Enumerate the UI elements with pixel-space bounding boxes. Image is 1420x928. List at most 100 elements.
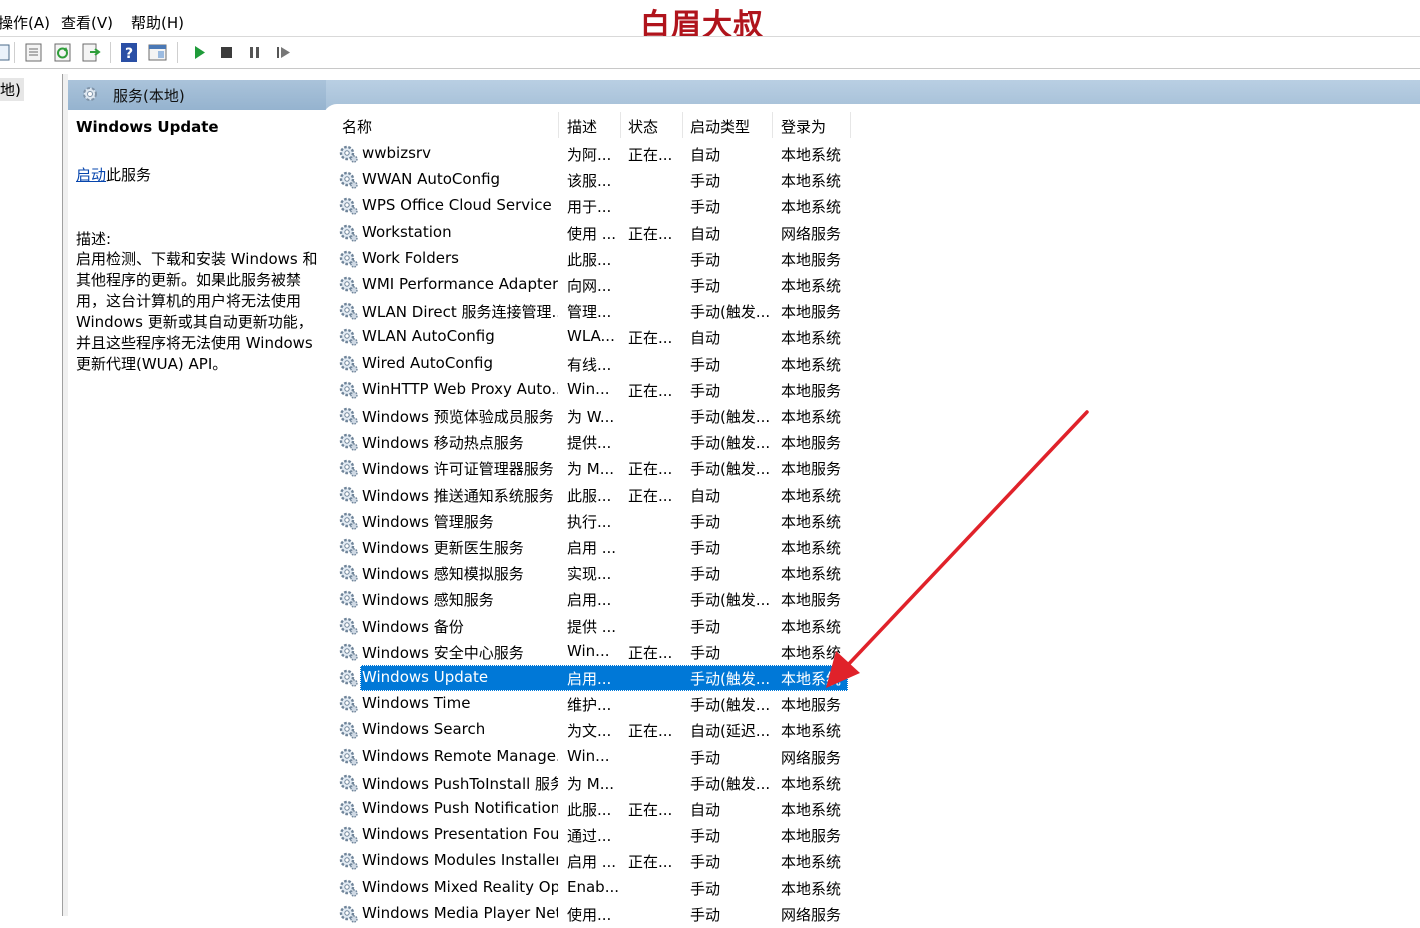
service-row[interactable]: Workstation 使用 ... 正在... 自动 网络服务 [336,220,852,246]
service-row[interactable]: Windows 感知服务 启用... 手动(触发... 本地服务 [336,586,852,612]
column-header-description[interactable]: 描述 [567,116,597,137]
service-row[interactable]: Work Folders 此服... 手动 本地服务 [336,246,852,272]
service-row[interactable]: Windows Media Player Net... 使用... 手动 网络服务 [336,901,852,927]
service-row[interactable]: Windows Search 为文... 正在... 自动(延迟... 本地系统 [336,717,852,743]
column-header-logon-as[interactable]: 登录为 [781,116,826,137]
restart-service-icon[interactable] [274,43,293,62]
service-row[interactable]: Windows 移动热点服务 提供... 手动(触发... 本地服务 [336,429,852,455]
help-icon[interactable]: ? [120,43,139,62]
menu-view[interactable]: 查看(V) [61,12,113,33]
service-row[interactable]: WLAN Direct 服务连接管理... 管理... 手动(触发... 本地服务 [336,298,852,324]
service-row[interactable]: Windows Modules Installer 启用 ... 正在... 手动 本地… [336,848,852,874]
service-row[interactable]: Windows Update 启用... 手动(触发... 本地系统 [336,665,852,691]
service-row[interactable]: Windows 安全中心服务 Win... 正在... 手动 本地系统 [336,639,852,665]
service-row[interactable]: WLAN AutoConfig WLA... 正在... 自动 本地系统 [336,324,852,350]
column-header-status[interactable]: 状态 [628,116,658,137]
service-name: wwbizsrv [362,144,431,162]
service-logon-as: 本地服务 [781,303,842,322]
service-description: 使用... [567,905,612,924]
stop-service-icon[interactable] [217,43,236,62]
service-status: 正在... [628,329,673,348]
column-separator[interactable] [682,112,683,138]
service-row[interactable]: Windows PushToInstall 服务为 M... 手动(触发... 本地… [336,770,852,796]
service-row[interactable]: wwbizsrv 为阿... 正在... 自动 本地系统 [336,141,852,167]
show-hide-icon[interactable] [148,43,167,62]
service-startup-type: 手动 [690,250,721,269]
menu-action[interactable]: 操作(A) [0,12,50,33]
column-separator[interactable] [850,112,851,138]
service-name: Windows 感知模拟服务 [362,565,524,584]
service-row[interactable]: Windows 预览体验成员服务为 W... 手动(触发... 本地系统 [336,403,852,429]
service-logon-as: 本地系统 [781,643,842,662]
service-gear-icon [339,773,359,793]
service-name: Windows 预览体验成员服务 [362,408,554,426]
service-logon-as: 本地系统 [781,722,842,741]
tree-item-services-local[interactable]: 地) [0,78,24,101]
service-logon-as: 本地系统 [781,512,842,531]
service-name: Windows 移动热点服务 [362,434,524,453]
service-logon-as: 本地系统 [781,539,842,557]
service-name: Windows Update [362,668,489,686]
column-header-name[interactable]: 名称 [342,116,372,137]
panel-header-tab [68,80,326,110]
toolbar: ? [0,37,1420,68]
service-name: Windows Modules Installer [362,851,558,870]
service-description: WLA... [567,327,615,346]
service-logon-as: 本地系统 [781,774,842,793]
service-description: 实现... [567,565,612,584]
service-row[interactable]: Windows 感知模拟服务 实现... 手动 本地系统 [336,560,852,586]
service-description: 维护... [567,696,612,715]
service-row[interactable]: Wired AutoConfig 有线... 手动 本地系统 [336,351,852,377]
pause-service-icon[interactable] [245,43,264,62]
panel-header: 服务(本地) [68,80,1420,118]
export-list-icon[interactable] [82,43,101,62]
service-description: 为 W... [567,408,615,426]
service-row[interactable]: Windows 推送通知系统服务 此服... 正在... 自动 本地系统 [336,482,852,508]
service-row[interactable]: Windows 管理服务 执行... 手动 本地系统 [336,508,852,534]
service-startup-type: 手动 [690,879,721,898]
service-gear-icon [339,799,359,819]
service-row[interactable]: WMI Performance Adapter 向网... 手动 本地系统 [336,272,852,298]
service-row[interactable]: Windows Push Notification... 此服... 正在... 自动… [336,796,852,822]
service-gear-icon [339,249,359,269]
service-row[interactable]: Windows 许可证管理器服务为 M... 正在... 手动(触发... 本地服务 [336,455,852,481]
column-separator[interactable] [620,112,621,138]
service-row[interactable]: Windows Time 维护... 手动(触发... 本地服务 [336,691,852,717]
service-startup-type: 手动 [690,381,721,400]
service-name: Windows 备份 [362,617,464,636]
service-startup-type: 手动(触发... [690,434,771,453]
service-startup-type: 手动 [690,172,721,191]
service-row[interactable]: Windows 备份 提供 ... 手动 本地系统 [336,613,852,639]
service-row[interactable]: WinHTTP Web Proxy Auto... Win... 正在... 手动 本地… [336,377,852,403]
start-service-link[interactable]: 启动 [76,166,106,184]
refresh-icon[interactable] [53,43,72,62]
service-row[interactable]: WPS Office Cloud Service 用于... 手动 本地系统 [336,193,852,219]
service-name: WLAN Direct 服务连接管理... [362,303,558,322]
service-description: 启用... [567,670,612,688]
service-row[interactable]: Windows Remote Manage... Win... 手动 网络服务 [336,744,852,770]
service-gear-icon [339,589,359,609]
service-logon-as: 本地系统 [781,486,842,505]
service-status: 正在... [628,801,673,819]
service-description: Win... [567,379,610,398]
service-description: Win... [567,746,610,765]
column-separator[interactable] [558,112,559,138]
service-name: Windows Mixed Reality Op... [362,877,558,896]
service-logon-as: 本地系统 [781,565,842,584]
start-service-icon[interactable] [190,43,209,62]
service-gear-icon [339,327,359,347]
service-row[interactable]: Windows Mixed Reality Op... Enab... 手动 本地系统 [336,875,852,901]
service-row[interactable]: Windows 更新医生服务 启用 ... 手动 本地系统 [336,534,852,560]
service-gear-icon [339,380,359,400]
service-row[interactable]: Windows Presentation Fou... 通过... 手动 本地服务 [336,822,852,848]
service-name: Windows Time [362,694,471,713]
column-separator[interactable] [772,112,773,138]
menu-help[interactable]: 帮助(H) [131,12,184,33]
column-header-startup-type[interactable]: 启动类型 [690,116,750,137]
services-panel: 服务(本地) Windows Update 启动此服务 描述: 启用检测、下载和… [68,74,1420,924]
console-tree-icon[interactable] [0,43,11,62]
properties-icon[interactable] [24,43,43,62]
menu-bar: 操作(A) 查看(V) 帮助(H) 白眉大叔 [0,0,1420,43]
service-gear-icon [339,747,359,767]
service-row[interactable]: WWAN AutoConfig 该服... 手动 本地系统 [336,167,852,193]
